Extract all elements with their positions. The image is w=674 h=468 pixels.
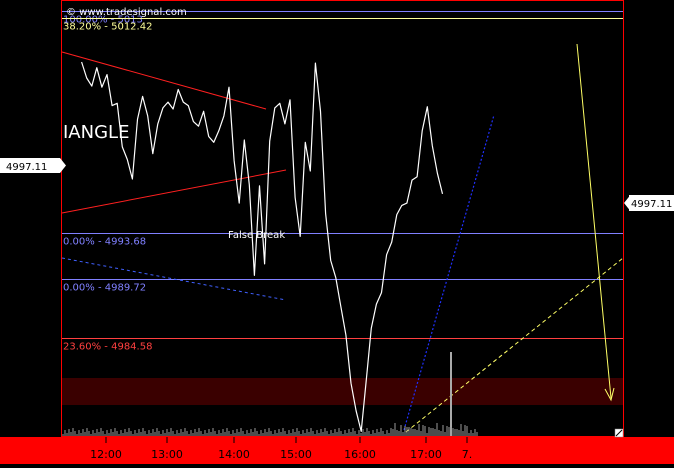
pattern-label: IANGLE (63, 122, 129, 143)
watermark: © www.tradesignal.com (66, 7, 187, 18)
chart-window[interactable]: 100.00% - 5013 38.20% - 5012.42 0.00% - 49… (0, 0, 674, 464)
x-tick-label: 17:00 (410, 448, 442, 461)
x-tick-label: 14:00 (218, 448, 250, 461)
x-tick-label: 16:00 (344, 448, 376, 461)
right-price-value: 4997.11 (631, 199, 672, 210)
price-chart[interactable]: 100.00% - 501338.20% - 5012.420.00% - 49… (0, 0, 674, 464)
level-label-3: 0.00% - 4989.72 (63, 283, 146, 294)
left-price-value: 4997.11 (6, 162, 47, 173)
x-tick-label: 13:00 (151, 448, 183, 461)
x-tick-label: 15:00 (280, 448, 312, 461)
right-price-badge: 4997.11 (624, 195, 674, 211)
level-label-4: 23.60% - 4984.58 (63, 342, 152, 353)
false-break-annotation: False Break (228, 230, 285, 241)
support-zone (62, 378, 623, 405)
scroll-corner-icon[interactable] (614, 428, 624, 438)
x-tick-label: 7. (462, 448, 473, 461)
left-price-badge: 4997.11 (0, 158, 66, 173)
level-label-2: 0.00% - 4993.68 (63, 237, 146, 248)
x-tick-label: 12:00 (90, 448, 122, 461)
level-label-1: 38.20% - 5012.42 (63, 22, 152, 33)
